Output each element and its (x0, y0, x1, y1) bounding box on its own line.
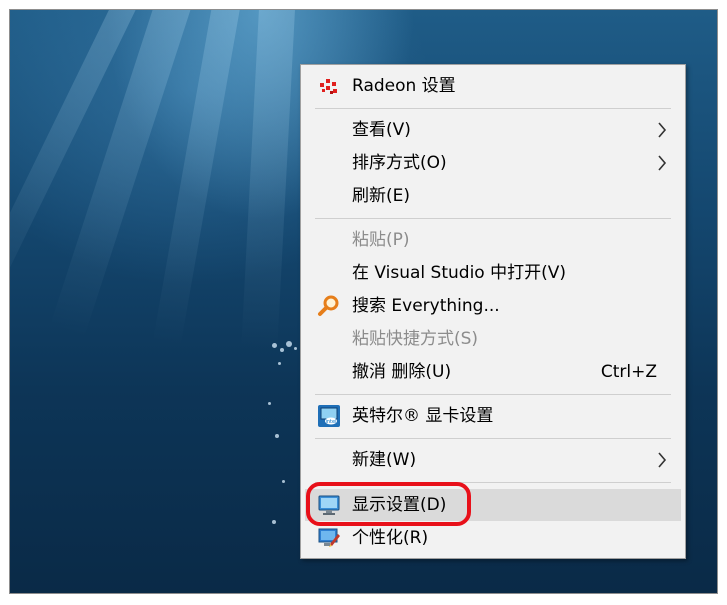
menu-item-label: 查看(V) (352, 120, 411, 140)
menu-item-label: Radeon 设置 (352, 76, 456, 96)
bubble (294, 347, 297, 350)
menu-item-display-settings[interactable]: 显示设置(D) (305, 489, 681, 521)
menu-item-label: 显示设置(D) (352, 495, 447, 515)
menu-item-label: 新建(W) (352, 450, 417, 470)
menu-item-label: 个性化(R) (352, 528, 429, 548)
bubble (280, 348, 284, 352)
menu-separator (315, 482, 671, 483)
light-ray (241, 10, 296, 351)
menu-item-label: 粘贴快捷方式(S) (352, 329, 479, 349)
menu-item-label: 英特尔® 显卡设置 (352, 406, 494, 426)
chevron-right-icon (658, 122, 667, 138)
bubble (286, 341, 292, 347)
bubble (282, 480, 285, 483)
menu-item-intel-graphics-settings[interactable]: intel 英特尔® 显卡设置 (305, 401, 681, 431)
menu-item-new[interactable]: 新建(W) (305, 445, 681, 475)
bubble (272, 520, 276, 524)
menu-item-personalize[interactable]: 个性化(R) (305, 523, 681, 553)
menu-item-label: 搜索 Everything... (352, 296, 500, 316)
menu-separator (315, 218, 671, 219)
radeon-icon (320, 79, 337, 94)
menu-separator (315, 108, 671, 109)
desktop-context-menu: Radeon 设置 查看(V) 排序方式(O) 刷新(E) 粘贴(P) 在 Vi… (300, 64, 686, 559)
menu-item-view[interactable]: 查看(V) (305, 115, 681, 145)
menu-separator (315, 438, 671, 439)
menu-item-search-everything[interactable]: 搜索 Everything... (305, 291, 681, 321)
menu-item-label: 粘贴(P) (352, 230, 410, 250)
menu-item-paste: 粘贴(P) (305, 225, 681, 255)
menu-item-label: 撤消 删除(U) (352, 362, 452, 382)
intel-graphics-icon: intel (318, 405, 340, 427)
magnifier-icon (318, 295, 339, 316)
personalize-icon (318, 528, 340, 547)
svg-text:intel: intel (326, 419, 337, 425)
menu-item-undo-delete[interactable]: 撤消 删除(U) Ctrl+Z (305, 357, 681, 387)
menu-item-radeon-settings[interactable]: Radeon 设置 (305, 71, 681, 101)
menu-item-label: 在 Visual Studio 中打开(V) (352, 263, 567, 283)
bubble (272, 343, 277, 348)
chevron-right-icon (658, 155, 667, 171)
menu-item-refresh[interactable]: 刷新(E) (305, 181, 681, 211)
bubble (278, 362, 281, 365)
chevron-right-icon (658, 452, 667, 468)
menu-item-sort-by[interactable]: 排序方式(O) (305, 148, 681, 178)
display-icon (318, 495, 340, 515)
bubble (268, 402, 271, 405)
menu-item-label: 刷新(E) (352, 186, 411, 206)
menu-item-open-in-visual-studio[interactable]: 在 Visual Studio 中打开(V) (305, 258, 681, 288)
menu-item-label: 排序方式(O) (352, 153, 447, 173)
menu-separator (315, 394, 671, 395)
menu-item-shortcut: Ctrl+Z (600, 362, 657, 382)
bubble (275, 434, 279, 438)
menu-item-paste-shortcut: 粘贴快捷方式(S) (305, 324, 681, 354)
